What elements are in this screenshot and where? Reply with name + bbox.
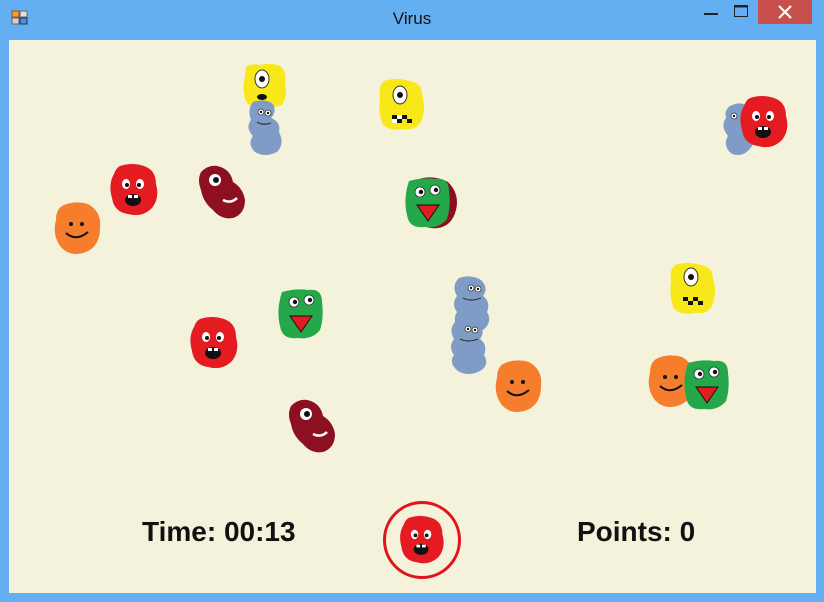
yellow-virus-icon[interactable] bbox=[376, 77, 428, 133]
maximize-button[interactable] bbox=[727, 0, 755, 24]
close-icon bbox=[778, 5, 792, 19]
red-virus-icon[interactable] bbox=[108, 162, 160, 218]
red-virus-icon bbox=[400, 515, 444, 564]
yellow-virus-icon[interactable] bbox=[667, 261, 719, 317]
red-virus-icon[interactable] bbox=[188, 315, 240, 371]
blue-virus-icon[interactable] bbox=[243, 98, 287, 158]
game-board[interactable]: Time: 00:13 Points: 0 bbox=[9, 40, 816, 593]
app-window: Virus Time: 00:13 Points: 0 bbox=[0, 0, 824, 602]
minimize-icon bbox=[704, 13, 718, 15]
blue-virus-icon[interactable] bbox=[446, 317, 492, 377]
points-display: Points: 0 bbox=[577, 516, 696, 547]
minimize-button[interactable] bbox=[697, 0, 725, 24]
close-button[interactable] bbox=[758, 0, 812, 24]
maroon-virus-icon[interactable] bbox=[285, 396, 339, 456]
orange-virus-icon[interactable] bbox=[493, 358, 545, 414]
maximize-icon bbox=[734, 5, 748, 17]
target-indicator bbox=[383, 501, 461, 579]
green-virus-icon[interactable] bbox=[276, 286, 326, 340]
green-virus-icon[interactable] bbox=[403, 175, 453, 229]
orange-virus-icon[interactable] bbox=[52, 200, 104, 256]
time-display: Time: 00:13 bbox=[142, 516, 296, 547]
green-virus-icon[interactable] bbox=[682, 357, 732, 411]
maroon-virus-icon[interactable] bbox=[195, 162, 249, 222]
red-virus-icon[interactable] bbox=[738, 94, 790, 150]
title-bar[interactable]: Virus bbox=[0, 0, 824, 38]
